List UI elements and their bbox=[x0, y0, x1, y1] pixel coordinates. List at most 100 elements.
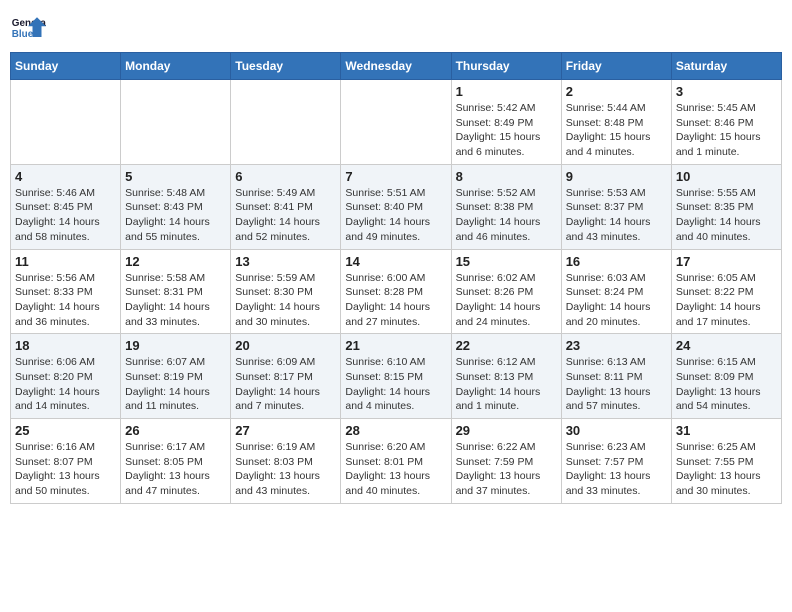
day-info: Sunrise: 6:17 AM Sunset: 8:05 PM Dayligh… bbox=[125, 440, 226, 499]
calendar-week-3: 11Sunrise: 5:56 AM Sunset: 8:33 PM Dayli… bbox=[11, 249, 782, 334]
day-number: 15 bbox=[456, 254, 557, 269]
day-number: 26 bbox=[125, 423, 226, 438]
day-info: Sunrise: 6:22 AM Sunset: 7:59 PM Dayligh… bbox=[456, 440, 557, 499]
day-number: 27 bbox=[235, 423, 336, 438]
day-info: Sunrise: 5:58 AM Sunset: 8:31 PM Dayligh… bbox=[125, 271, 226, 330]
calendar-week-5: 25 Sunrise: 6:16 AM Sunset: 8:07 PM Dayli… bbox=[11, 419, 782, 504]
day-info: Sunrise: 5:45 AM Sunset: 8:46 PM Dayligh… bbox=[676, 101, 777, 160]
calendar-cell: 14 Sunrise: 6:00 AM Sunset: 8:28 PM Dayli… bbox=[341, 249, 451, 334]
calendar-cell: 6 Sunrise: 5:49 AM Sunset: 8:41 PM Daylig… bbox=[231, 164, 341, 249]
day-info: Sunrise: 6:10 AM Sunset: 8:15 PM Dayligh… bbox=[345, 355, 446, 414]
calendar-cell bbox=[121, 80, 231, 165]
day-number: 4 bbox=[15, 169, 116, 184]
day-number: 9 bbox=[566, 169, 667, 184]
calendar-cell: 26 Sunrise: 6:17 AM Sunset: 8:05 PM Dayli… bbox=[121, 419, 231, 504]
day-number: 6 bbox=[235, 169, 336, 184]
day-number: 23 bbox=[566, 338, 667, 353]
day-number: 19 bbox=[125, 338, 226, 353]
day-info: Sunrise: 5:51 AM Sunset: 8:40 PM Dayligh… bbox=[345, 186, 446, 245]
day-number: 16 bbox=[566, 254, 667, 269]
calendar-cell: 13 Sunrise: 5:59 AM Sunset: 8:30 PM Dayli… bbox=[231, 249, 341, 334]
day-header-wednesday: Wednesday bbox=[341, 53, 451, 80]
day-info: Sunrise: 5:49 AM Sunset: 8:41 PM Dayligh… bbox=[235, 186, 336, 245]
calendar-cell: 2 Sunrise: 5:44 AM Sunset: 8:48 PM Daylig… bbox=[561, 80, 671, 165]
day-info: Sunrise: 5:44 AM Sunset: 8:48 PM Dayligh… bbox=[566, 101, 667, 160]
day-info: Sunrise: 6:23 AM Sunset: 7:57 PM Dayligh… bbox=[566, 440, 667, 499]
calendar-cell: 9 Sunrise: 5:53 AM Sunset: 8:37 PM Daylig… bbox=[561, 164, 671, 249]
logo: General Blue bbox=[10, 10, 46, 46]
calendar-cell: 21 Sunrise: 6:10 AM Sunset: 8:15 PM Dayli… bbox=[341, 334, 451, 419]
day-number: 2 bbox=[566, 84, 667, 99]
day-number: 25 bbox=[15, 423, 116, 438]
day-number: 14 bbox=[345, 254, 446, 269]
day-number: 12 bbox=[125, 254, 226, 269]
day-header-sunday: Sunday bbox=[11, 53, 121, 80]
calendar-cell: 27 Sunrise: 6:19 AM Sunset: 8:03 PM Dayli… bbox=[231, 419, 341, 504]
day-info: Sunrise: 6:12 AM Sunset: 8:13 PM Dayligh… bbox=[456, 355, 557, 414]
day-header-tuesday: Tuesday bbox=[231, 53, 341, 80]
calendar-cell: 30 Sunrise: 6:23 AM Sunset: 7:57 PM Dayli… bbox=[561, 419, 671, 504]
calendar-cell: 1 Sunrise: 5:42 AM Sunset: 8:49 PM Daylig… bbox=[451, 80, 561, 165]
logo-icon: General Blue bbox=[10, 10, 46, 46]
day-info: Sunrise: 6:20 AM Sunset: 8:01 PM Dayligh… bbox=[345, 440, 446, 499]
calendar-table: SundayMondayTuesdayWednesdayThursdayFrid… bbox=[10, 52, 782, 504]
calendar-cell: 16 Sunrise: 6:03 AM Sunset: 8:24 PM Dayli… bbox=[561, 249, 671, 334]
day-info: Sunrise: 5:42 AM Sunset: 8:49 PM Dayligh… bbox=[456, 101, 557, 160]
day-info: Sunrise: 5:53 AM Sunset: 8:37 PM Dayligh… bbox=[566, 186, 667, 245]
day-number: 31 bbox=[676, 423, 777, 438]
day-info: Sunrise: 6:02 AM Sunset: 8:26 PM Dayligh… bbox=[456, 271, 557, 330]
day-number: 10 bbox=[676, 169, 777, 184]
calendar-cell: 11Sunrise: 5:56 AM Sunset: 8:33 PM Dayli… bbox=[11, 249, 121, 334]
day-header-saturday: Saturday bbox=[671, 53, 781, 80]
calendar-cell: 24 Sunrise: 6:15 AM Sunset: 8:09 PM Dayli… bbox=[671, 334, 781, 419]
day-info: Sunrise: 6:25 AM Sunset: 7:55 PM Dayligh… bbox=[676, 440, 777, 499]
day-header-friday: Friday bbox=[561, 53, 671, 80]
day-info: Sunrise: 6:00 AM Sunset: 8:28 PM Dayligh… bbox=[345, 271, 446, 330]
calendar-cell bbox=[231, 80, 341, 165]
day-info: Sunrise: 5:46 AM Sunset: 8:45 PM Dayligh… bbox=[15, 186, 116, 245]
calendar-cell: 29 Sunrise: 6:22 AM Sunset: 7:59 PM Dayli… bbox=[451, 419, 561, 504]
calendar-cell: 12 Sunrise: 5:58 AM Sunset: 8:31 PM Dayli… bbox=[121, 249, 231, 334]
day-info: Sunrise: 6:15 AM Sunset: 8:09 PM Dayligh… bbox=[676, 355, 777, 414]
calendar-cell: 4 Sunrise: 5:46 AM Sunset: 8:45 PM Daylig… bbox=[11, 164, 121, 249]
day-number: 24 bbox=[676, 338, 777, 353]
day-number: 1 bbox=[456, 84, 557, 99]
day-info: Sunrise: 6:19 AM Sunset: 8:03 PM Dayligh… bbox=[235, 440, 336, 499]
calendar-cell: 22Sunrise: 6:12 AM Sunset: 8:13 PM Dayli… bbox=[451, 334, 561, 419]
day-number: 30 bbox=[566, 423, 667, 438]
calendar-cell: 5 Sunrise: 5:48 AM Sunset: 8:43 PM Daylig… bbox=[121, 164, 231, 249]
day-number: 5 bbox=[125, 169, 226, 184]
day-info: Sunrise: 6:07 AM Sunset: 8:19 PM Dayligh… bbox=[125, 355, 226, 414]
calendar-week-2: 4 Sunrise: 5:46 AM Sunset: 8:45 PM Daylig… bbox=[11, 164, 782, 249]
day-info: Sunrise: 5:59 AM Sunset: 8:30 PM Dayligh… bbox=[235, 271, 336, 330]
day-info: Sunrise: 6:09 AM Sunset: 8:17 PM Dayligh… bbox=[235, 355, 336, 414]
calendar-cell: 3 Sunrise: 5:45 AM Sunset: 8:46 PM Daylig… bbox=[671, 80, 781, 165]
calendar-week-4: 18Sunrise: 6:06 AM Sunset: 8:20 PM Dayli… bbox=[11, 334, 782, 419]
page-header: General Blue bbox=[10, 10, 782, 46]
calendar-cell: 25 Sunrise: 6:16 AM Sunset: 8:07 PM Dayli… bbox=[11, 419, 121, 504]
day-info: Sunrise: 5:56 AM Sunset: 8:33 PM Dayligh… bbox=[15, 271, 116, 330]
day-number: 29 bbox=[456, 423, 557, 438]
day-number: 13 bbox=[235, 254, 336, 269]
day-info: Sunrise: 5:52 AM Sunset: 8:38 PM Dayligh… bbox=[456, 186, 557, 245]
day-info: Sunrise: 6:16 AM Sunset: 8:07 PM Dayligh… bbox=[15, 440, 116, 499]
svg-text:Blue: Blue bbox=[12, 29, 34, 40]
calendar-cell: 23 Sunrise: 6:13 AM Sunset: 8:11 PM Dayli… bbox=[561, 334, 671, 419]
day-number: 28 bbox=[345, 423, 446, 438]
calendar-cell: 19 Sunrise: 6:07 AM Sunset: 8:19 PM Dayli… bbox=[121, 334, 231, 419]
calendar-cell: 15 Sunrise: 6:02 AM Sunset: 8:26 PM Dayli… bbox=[451, 249, 561, 334]
calendar-week-1: 1 Sunrise: 5:42 AM Sunset: 8:49 PM Daylig… bbox=[11, 80, 782, 165]
day-number: 8 bbox=[456, 169, 557, 184]
day-info: Sunrise: 6:03 AM Sunset: 8:24 PM Dayligh… bbox=[566, 271, 667, 330]
calendar-cell: 7Sunrise: 5:51 AM Sunset: 8:40 PM Daylig… bbox=[341, 164, 451, 249]
day-info: Sunrise: 5:55 AM Sunset: 8:35 PM Dayligh… bbox=[676, 186, 777, 245]
day-info: Sunrise: 5:48 AM Sunset: 8:43 PM Dayligh… bbox=[125, 186, 226, 245]
calendar-cell: 17Sunrise: 6:05 AM Sunset: 8:22 PM Dayli… bbox=[671, 249, 781, 334]
calendar-cell: 10 Sunrise: 5:55 AM Sunset: 8:35 PM Dayli… bbox=[671, 164, 781, 249]
day-number: 21 bbox=[345, 338, 446, 353]
day-number: 3 bbox=[676, 84, 777, 99]
calendar-header-row: SundayMondayTuesdayWednesdayThursdayFrid… bbox=[11, 53, 782, 80]
calendar-cell: 31 Sunrise: 6:25 AM Sunset: 7:55 PM Dayli… bbox=[671, 419, 781, 504]
day-info: Sunrise: 6:13 AM Sunset: 8:11 PM Dayligh… bbox=[566, 355, 667, 414]
day-number: 20 bbox=[235, 338, 336, 353]
